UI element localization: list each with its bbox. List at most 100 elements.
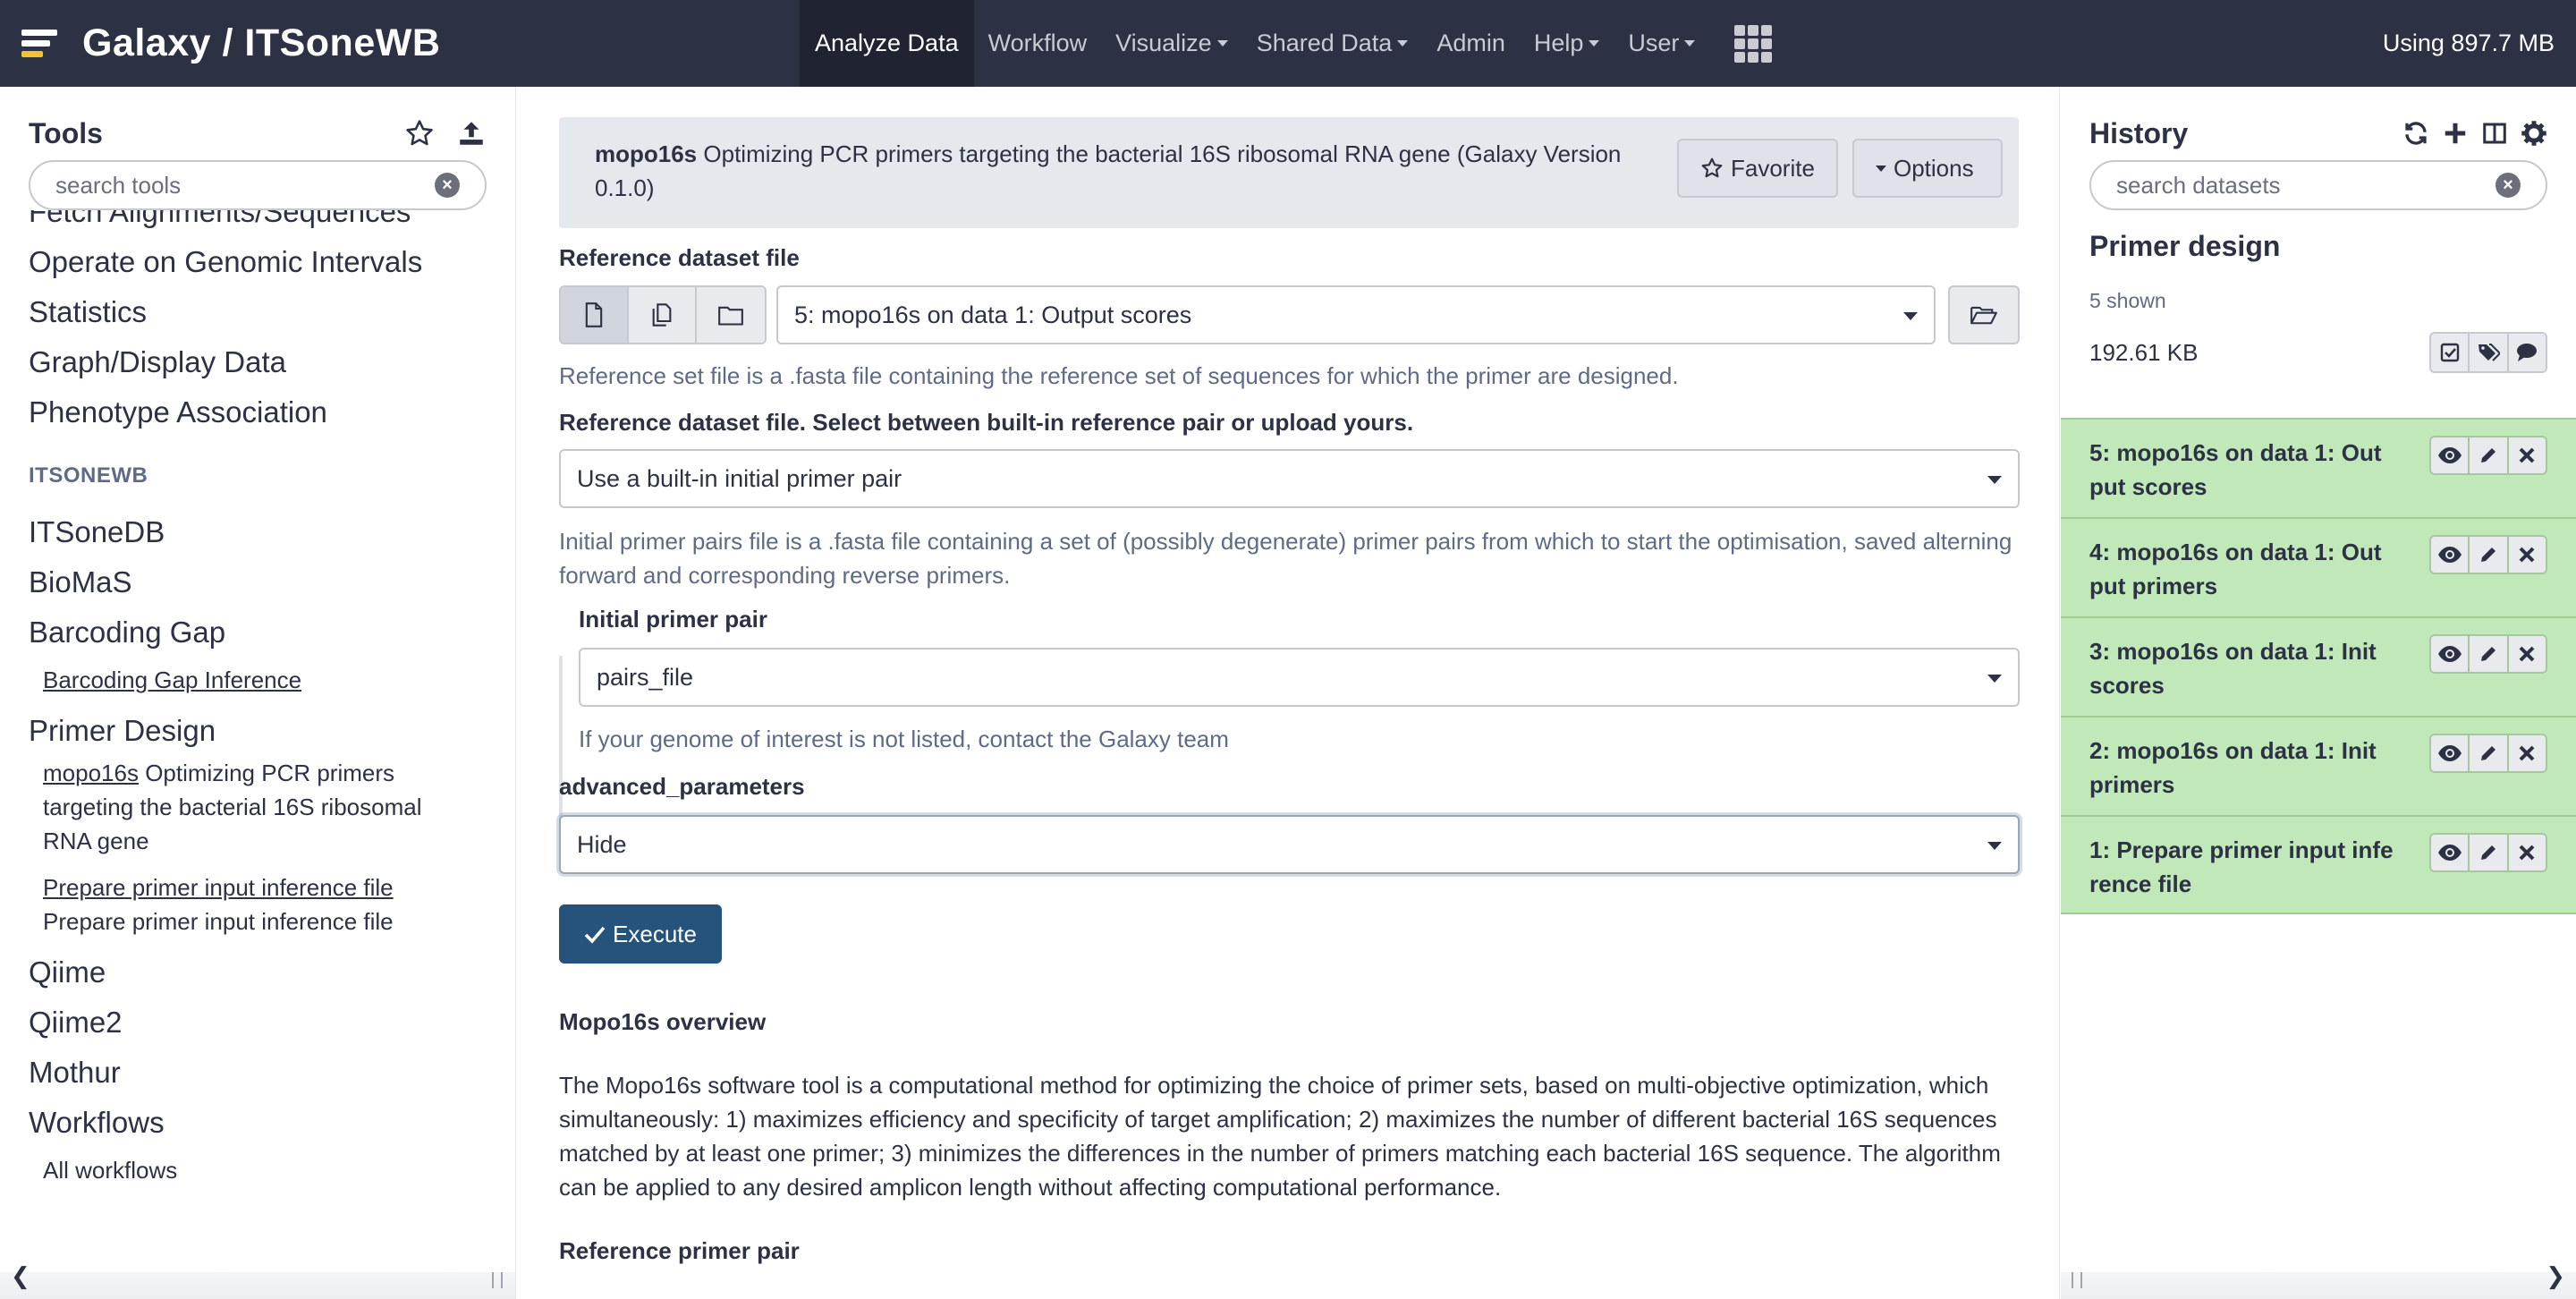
columns-icon[interactable] [2481, 120, 2508, 147]
view-dataset-button[interactable] [2431, 537, 2470, 573]
annotation-button[interactable] [2508, 334, 2546, 371]
multiple-datasets-button[interactable] [629, 287, 697, 343]
dataset-title[interactable]: 4: mopo16s on data 1: Output primers [2089, 535, 2394, 603]
tool-section-fetch[interactable]: Fetch Alignments/Sequences [29, 210, 494, 237]
tool-link-mopo16s[interactable]: mopo16s Optimizing PCR primers targeting… [29, 756, 458, 858]
primer-pair-select[interactable]: Use a built-in initial primer pair [559, 449, 2020, 508]
history-search-input[interactable] [2116, 171, 2496, 200]
files-icon [652, 303, 672, 327]
nav-shared-data[interactable]: Shared Data [1242, 0, 1423, 87]
history-dataset[interactable]: 5: mopo16s on data 1: Output scores [2061, 418, 2576, 517]
nav-label: Visualize [1115, 30, 1212, 56]
dataset-collection-button[interactable] [697, 287, 765, 343]
view-dataset-button[interactable] [2431, 636, 2470, 672]
overview-heading: Mopo16s overview [559, 1008, 767, 1035]
refresh-icon[interactable] [2402, 120, 2429, 147]
tool-section-primer-design[interactable]: Primer Design [29, 706, 494, 756]
tool-section-graph-display[interactable]: Graph/Display Data [29, 337, 494, 387]
nav-label: Admin [1436, 30, 1505, 56]
dataset-title[interactable]: 3: mopo16s on data 1: Init scores [2089, 634, 2394, 702]
tool-section-mothur[interactable]: Mothur [29, 1048, 494, 1098]
history-dataset[interactable]: 2: mopo16s on data 1: Init primers [2061, 716, 2576, 815]
initial-primer-pair-select[interactable]: pairs_file [579, 648, 2020, 707]
delete-dataset-button[interactable] [2508, 537, 2546, 573]
tool-section-qiime[interactable]: Qiime [29, 947, 494, 998]
nav-scratchbook[interactable] [1709, 0, 1786, 87]
quota-usage[interactable]: Using 897.7 MB [2383, 0, 2555, 87]
nav-help[interactable]: Help [1520, 0, 1614, 87]
dataset-actions [2429, 535, 2547, 574]
delete-dataset-button[interactable] [2508, 437, 2546, 473]
dataset-title[interactable]: 2: mopo16s on data 1: Init primers [2089, 734, 2394, 802]
tool-search-input[interactable] [55, 171, 435, 200]
clear-search-icon[interactable]: × [435, 173, 460, 198]
reference-dataset-label: Reference dataset file [559, 244, 800, 271]
advanced-parameters-select[interactable]: Hide [559, 815, 2020, 874]
dataset-title[interactable]: 1: Prepare primer input inference file [2089, 833, 2394, 901]
nav-user[interactable]: User [1614, 0, 1709, 87]
tool-search-field[interactable]: × [29, 160, 487, 210]
dataset-title[interactable]: 5: mopo16s on data 1: Output scores [2089, 436, 2394, 504]
tool-link-barcoding-inference[interactable]: Barcoding Gap Inference [29, 663, 494, 697]
tool-section-barcoding-gap[interactable]: Barcoding Gap [29, 607, 494, 658]
nav-visualize[interactable]: Visualize [1101, 0, 1242, 87]
tool-link-label: Barcoding Gap Inference [43, 666, 302, 693]
edit-dataset-button[interactable] [2470, 835, 2509, 870]
close-icon [2519, 646, 2535, 662]
history-dataset[interactable]: 3: mopo16s on data 1: Init scores [2061, 616, 2576, 716]
select-items-button[interactable] [2431, 334, 2470, 371]
tool-section-genomic-intervals[interactable]: Operate on Genomic Intervals [29, 237, 494, 287]
delete-dataset-button[interactable] [2508, 735, 2546, 771]
reference-dataset-select[interactable]: 5: mopo16s on data 1: Output scores [776, 285, 1936, 344]
tool-link-all-workflows[interactable]: All workflows [29, 1153, 494, 1187]
brand[interactable]: Galaxy / ITSoneWB [0, 0, 440, 87]
browse-datasets-button[interactable] [1948, 285, 2020, 344]
tool-description: Optimizing PCR primers targeting the bac… [595, 140, 1622, 201]
tags-button[interactable] [2470, 334, 2509, 371]
view-dataset-button[interactable] [2431, 835, 2470, 870]
tool-section-statistics[interactable]: Statistics [29, 287, 494, 337]
tool-section-qiime2[interactable]: Qiime2 [29, 998, 494, 1048]
edit-dataset-button[interactable] [2470, 636, 2509, 672]
tool-section-phenotype[interactable]: Phenotype Association [29, 387, 494, 437]
view-dataset-button[interactable] [2431, 437, 2470, 473]
edit-dataset-button[interactable] [2470, 537, 2509, 573]
tool-link-label: mopo16s [43, 760, 139, 786]
clear-search-icon[interactable]: × [2496, 173, 2521, 198]
delete-dataset-button[interactable] [2508, 636, 2546, 672]
history-dataset[interactable]: 4: mopo16s on data 1: Output primers [2061, 517, 2576, 616]
dataset-actions [2429, 634, 2547, 674]
history-search-field[interactable]: × [2089, 160, 2547, 210]
history-dataset[interactable]: 1: Prepare primer input inference file [2061, 815, 2576, 914]
edit-dataset-button[interactable] [2470, 735, 2509, 771]
initial-primer-pair-label: Initial primer pair [579, 606, 767, 633]
tool-link-prepare-primer[interactable]: Prepare primer input inference file Prepa… [29, 870, 494, 938]
history-name[interactable]: Primer design [2089, 230, 2280, 263]
view-dataset-button[interactable] [2431, 735, 2470, 771]
star-icon[interactable] [404, 118, 435, 149]
pencil-icon [2480, 746, 2496, 760]
tool-section-biomas[interactable]: BioMaS [29, 557, 494, 607]
edit-dataset-button[interactable] [2470, 437, 2509, 473]
chevron-left-icon[interactable]: ❮ [11, 1262, 30, 1290]
favorite-button[interactable]: Favorite [1677, 139, 1838, 198]
tool-section-workflows[interactable]: Workflows [29, 1098, 494, 1148]
single-dataset-button[interactable] [561, 287, 629, 343]
nav-admin[interactable]: Admin [1422, 0, 1520, 87]
tool-section-itsonedb[interactable]: ITSoneDB [29, 507, 494, 557]
delete-dataset-button[interactable] [2508, 835, 2546, 870]
plus-icon[interactable] [2442, 120, 2469, 147]
resize-handle[interactable] [492, 1272, 503, 1288]
nav-workflow[interactable]: Workflow [974, 0, 1102, 87]
upload-icon[interactable] [456, 118, 487, 149]
tool-panel: Tools × Fetch Alignments/Sequences Opera… [0, 87, 515, 1299]
gear-icon[interactable] [2521, 120, 2547, 147]
resize-handle[interactable] [2072, 1272, 2082, 1288]
execute-button[interactable]: Execute [559, 904, 722, 964]
caret-down-icon [1903, 312, 1918, 320]
nav-analyze-data[interactable]: Analyze Data [800, 0, 974, 87]
close-icon [2519, 845, 2535, 861]
initial-primer-pair-help: If your genome of interest is not listed… [579, 726, 1229, 752]
chevron-right-icon[interactable]: ❯ [2546, 1262, 2565, 1290]
options-button[interactable]: Options [1852, 139, 2003, 198]
